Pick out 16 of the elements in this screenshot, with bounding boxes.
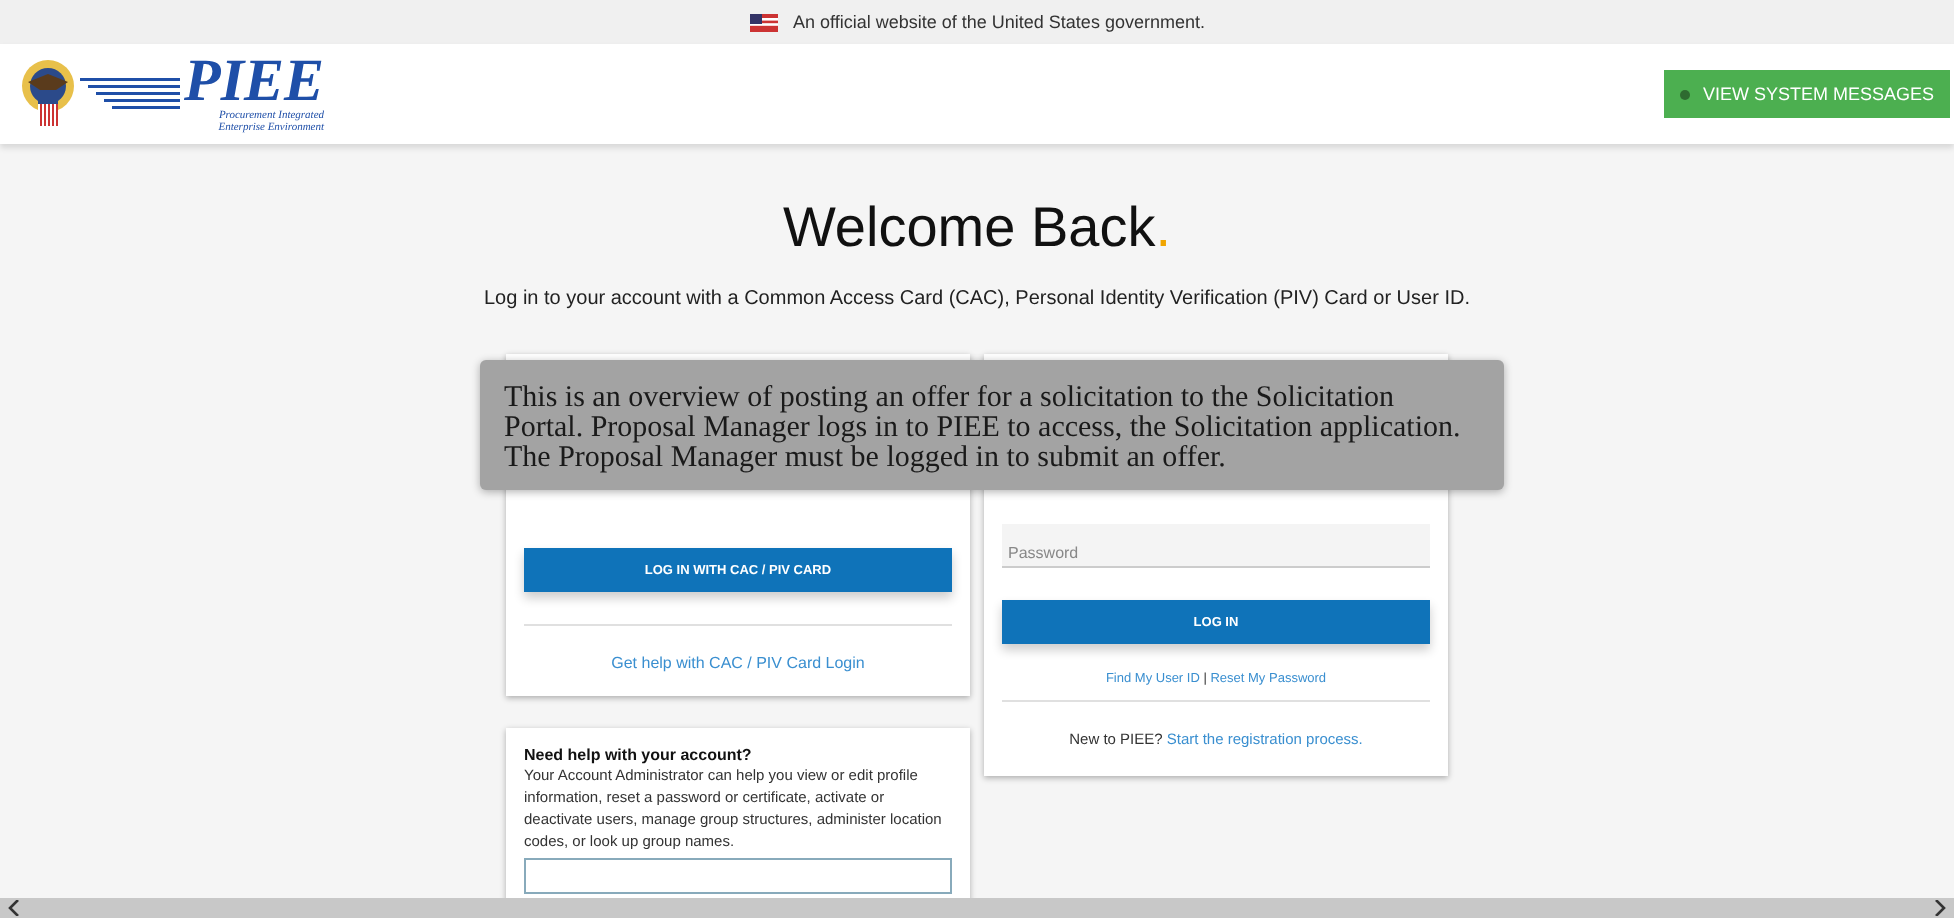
flag-icon [749,13,778,31]
scroll-left-icon[interactable] [8,900,20,916]
cac-help-link[interactable]: Get help with CAC / PIV Card Login [611,654,865,672]
status-dot-icon [1680,89,1691,99]
speed-lines-icon [80,74,180,114]
password-field[interactable]: Password [1002,524,1430,568]
horizontal-scrollbar[interactable] [0,898,1954,918]
logo-name: PIEE [184,54,325,110]
help-heading: Need help with your account? [524,746,754,764]
scroll-right-icon[interactable] [1934,900,1946,916]
view-messages-button[interactable]: VIEW SYSTEM MESSAGES [1664,70,1950,118]
welcome-title: Welcome Back. [783,196,1171,260]
login-instructions: Log in to your account with a Common Access Card (CAC), Personal Identity Verification (PIV) Card or User ID. [484,288,1470,310]
gov-banner-text: An official website of the United States government. [793,12,1205,32]
overlay-note: This is an overview of posting an offer for a solicitation to the Solicitation Portal. Proposal Manager logs in to PIEE to access, the Solicitation application. The Proposal Manager must be logged in to submit an offer. [480,360,1504,490]
seal-icon [20,58,76,130]
